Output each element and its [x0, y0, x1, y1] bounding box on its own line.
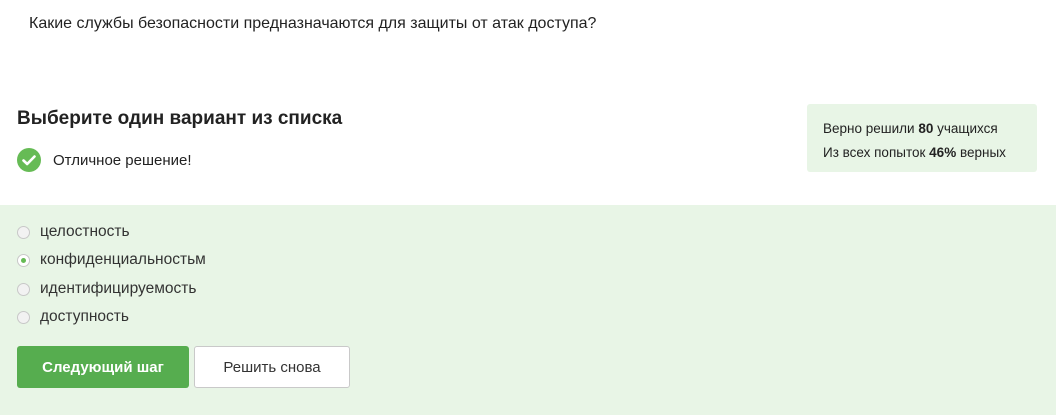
stats-attempts-line: Из всех попыток 46% верных — [823, 141, 1037, 165]
stats-attempts-prefix: Из всех попыток — [823, 145, 926, 160]
option-label: доступность — [40, 308, 129, 325]
option-availability[interactable]: доступность — [17, 308, 129, 326]
feedback-text: Отличное решение! — [53, 151, 192, 169]
feedback-message: Отличное решение! — [17, 148, 192, 172]
option-confidentiality[interactable]: конфиденциальностьм — [17, 251, 206, 269]
option-identifiability[interactable]: идентифицируемость — [17, 280, 196, 298]
stats-panel: Верно решили 80 учащихся Из всех попыток… — [807, 104, 1037, 172]
stats-solved-line: Верно решили 80 учащихся — [823, 117, 1037, 141]
next-step-button[interactable]: Следующий шаг — [17, 346, 189, 388]
stats-solved-suffix: учащихся — [937, 121, 998, 136]
question-text: Какие службы безопасности предназначаютс… — [29, 15, 597, 32]
stats-solved-prefix: Верно решили — [823, 121, 915, 136]
option-label: идентифицируемость — [40, 280, 197, 297]
check-circle-icon — [17, 148, 41, 172]
option-integrity[interactable]: целостность — [17, 223, 130, 241]
radio-button[interactable] — [17, 310, 30, 324]
instruction-heading: Выберите один вариант из списка — [17, 108, 343, 129]
solve-again-button[interactable]: Решить снова — [194, 346, 350, 388]
option-label: конфиденциальностьм — [40, 251, 206, 268]
radio-button-selected[interactable] — [17, 253, 30, 267]
radio-button[interactable] — [17, 282, 30, 296]
radio-button[interactable] — [17, 225, 30, 239]
stats-attempts-suffix: верных — [959, 145, 1006, 160]
stats-attempts-percent: 46% — [929, 145, 957, 160]
option-label: целостность — [40, 223, 130, 240]
stats-solved-count: 80 — [918, 121, 934, 136]
